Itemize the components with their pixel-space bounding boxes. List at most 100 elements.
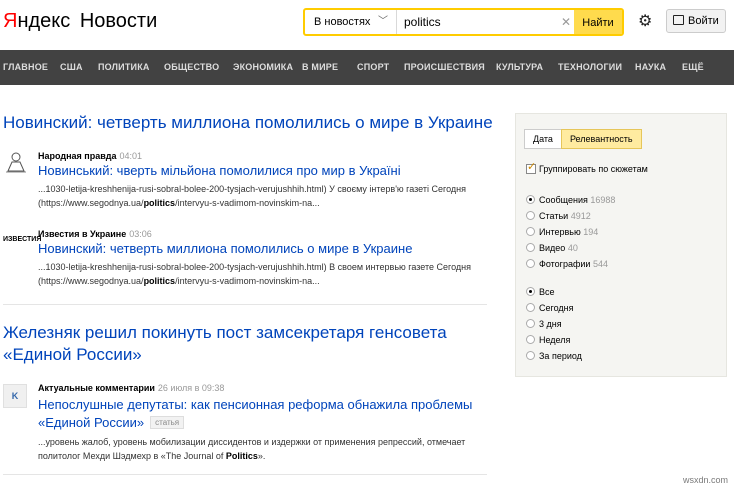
nav-item-world[interactable]: В МИРЕ bbox=[302, 50, 338, 85]
nav-item-usa[interactable]: США bbox=[60, 50, 83, 85]
group-by-story-checkbox[interactable]: Группировать по сюжетам bbox=[526, 161, 648, 175]
group-by-story-label: Группировать по сюжетам bbox=[539, 164, 648, 174]
radio-count: 40 bbox=[567, 243, 578, 253]
snippet-text: ». bbox=[257, 451, 266, 461]
period-radio-all[interactable]: Все bbox=[526, 286, 555, 298]
type-radio-interviews[interactable]: Интервью 194 bbox=[526, 226, 598, 238]
source-time: 04:01 bbox=[119, 151, 143, 161]
nav-item-politics[interactable]: ПОЛИТИКА bbox=[98, 50, 150, 85]
nav-item-more[interactable]: ЕЩЁ bbox=[682, 50, 704, 85]
izvestia-logo: ИЗВЕСТИЯ bbox=[3, 236, 42, 243]
type-radio-photos[interactable]: Фотографии 544 bbox=[526, 258, 608, 270]
article-tag: статья bbox=[150, 416, 185, 429]
clear-search-icon[interactable]: ✕ bbox=[558, 10, 574, 34]
radio-icon bbox=[526, 211, 535, 220]
radio-count: 4912 bbox=[570, 211, 591, 221]
header: Яндекс Новости В новостях ﹀ ✕ Найти ⚙ Во… bbox=[0, 0, 734, 42]
radio-icon bbox=[526, 259, 535, 268]
radio-label: Сообщения bbox=[539, 195, 588, 205]
search-scope-label: В новостях bbox=[314, 16, 371, 28]
radio-label: Фотографии bbox=[539, 259, 591, 269]
narodnaya-pravda-logo-icon bbox=[6, 152, 26, 173]
source-logo bbox=[3, 149, 29, 175]
radio-icon bbox=[526, 319, 535, 328]
radio-icon bbox=[526, 227, 535, 236]
logo-section: Новости bbox=[79, 10, 158, 32]
source-time: 03:06 bbox=[129, 229, 152, 239]
story-divider bbox=[3, 474, 487, 475]
radio-label: Все bbox=[539, 287, 555, 297]
snippet-highlight: Politics bbox=[225, 451, 258, 461]
yandex-news-logo[interactable]: Яндекс Новости bbox=[3, 9, 157, 33]
nav-item-main[interactable]: ГЛАВНОЕ bbox=[3, 50, 48, 85]
radio-label: Сегодня bbox=[539, 303, 574, 313]
search-filters-panel: ДатаРелевантность Группировать по сюжета… bbox=[515, 113, 727, 377]
type-radio-articles[interactable]: Статьи 4912 bbox=[526, 210, 591, 222]
radio-label: Статьи bbox=[539, 211, 569, 221]
radio-icon bbox=[526, 243, 535, 252]
login-button[interactable]: Войти bbox=[666, 9, 726, 33]
type-radio-messages[interactable]: Сообщения 16988 bbox=[526, 194, 615, 206]
period-radio-week[interactable]: Неделя bbox=[526, 334, 570, 346]
chevron-down-icon: ﹀ bbox=[378, 16, 388, 27]
nav-item-sport[interactable]: СПОРТ bbox=[357, 50, 389, 85]
news-headline[interactable]: Новинський: чверть мільйона помолилися п… bbox=[38, 162, 401, 180]
story-title[interactable]: Новинский: четверть миллиона помолились … bbox=[3, 112, 493, 134]
source-name[interactable]: Актуальные комментарии bbox=[38, 383, 155, 393]
period-radio-custom[interactable]: За период bbox=[526, 350, 582, 362]
news-snippet: ...1030-letija-kreshhenija-rusi-sobral-b… bbox=[38, 260, 480, 288]
sort-tabs: Дата Релевантность bbox=[524, 129, 642, 149]
type-radio-video[interactable]: Видео 40 bbox=[526, 242, 578, 254]
nav-item-science[interactable]: НАУКА bbox=[635, 50, 666, 85]
radio-icon bbox=[526, 335, 535, 344]
news-snippet: ...уровень жалоб, уровень мобилизации ди… bbox=[38, 435, 480, 463]
gear-icon[interactable]: ⚙ bbox=[638, 14, 654, 30]
nav-item-incidents[interactable]: ПРОИСШЕСТВИЯ bbox=[404, 50, 485, 85]
radio-count: 16988 bbox=[590, 195, 616, 205]
search-bar: В новостях ﹀ ✕ Найти bbox=[303, 8, 624, 36]
nav-item-society[interactable]: ОБЩЕСТВО bbox=[164, 50, 219, 85]
story-divider bbox=[3, 304, 487, 305]
logo-brand: Яндекс bbox=[3, 10, 71, 32]
search-input[interactable] bbox=[398, 10, 578, 34]
period-radio-today[interactable]: Сегодня bbox=[526, 302, 574, 314]
radio-icon bbox=[526, 303, 535, 312]
nav-item-technology[interactable]: ТЕХНОЛОГИИ bbox=[558, 50, 622, 85]
nav-item-economy[interactable]: ЭКОНОМИКА bbox=[233, 50, 293, 85]
news-source: Известия в Украине 03:06 bbox=[38, 228, 152, 240]
source-name[interactable]: Народная правда bbox=[38, 151, 116, 161]
news-source: Актуальные комментарии 26 июля в 09:38 bbox=[38, 382, 224, 394]
source-name[interactable]: Известия в Украине bbox=[38, 229, 126, 239]
radio-label: За период bbox=[539, 351, 582, 361]
news-headline-link[interactable]: Непослушные депутаты: как пенсионная реф… bbox=[38, 397, 472, 430]
tab-date[interactable]: Дата bbox=[524, 129, 562, 149]
snippet-text: /intervyu-s-vadimom-novinskim-na... bbox=[175, 276, 320, 286]
radio-label: Видео bbox=[539, 243, 566, 253]
snippet-highlight: politics bbox=[143, 198, 176, 208]
search-button[interactable]: Найти bbox=[574, 10, 622, 34]
radio-label: 3 дня bbox=[539, 319, 562, 329]
period-radio-3days[interactable]: 3 дня bbox=[526, 318, 562, 330]
radio-count: 544 bbox=[592, 259, 608, 269]
nav-item-culture[interactable]: КУЛЬТУРА bbox=[496, 50, 543, 85]
news-snippet: ...1030-letija-kreshhenija-rusi-sobral-b… bbox=[38, 182, 480, 210]
login-icon bbox=[673, 15, 684, 25]
radio-icon bbox=[526, 195, 535, 204]
radio-icon bbox=[526, 287, 535, 296]
radio-label: Неделя bbox=[539, 335, 571, 345]
category-nav: ГЛАВНОЕ США ПОЛИТИКА ОБЩЕСТВО ЭКОНОМИКА … bbox=[0, 50, 734, 85]
checkbox-checked-icon bbox=[526, 161, 536, 174]
news-source: Народная правда 04:01 bbox=[38, 150, 142, 162]
watermark: wsxdn.com bbox=[682, 475, 728, 485]
news-headline[interactable]: Новинский: четверть миллиона помолились … bbox=[38, 240, 412, 258]
search-scope-select[interactable]: В новостях ﹀ bbox=[305, 10, 397, 34]
aktualnye-logo: K bbox=[11, 391, 19, 401]
radio-count: 194 bbox=[583, 227, 599, 237]
source-time: 26 июля в 09:38 bbox=[157, 383, 225, 393]
snippet-text: /intervyu-s-vadimom-novinskim-na... bbox=[175, 198, 320, 208]
login-label: Войти bbox=[688, 15, 719, 27]
tab-relevance[interactable]: Релевантность bbox=[560, 129, 642, 149]
story-title[interactable]: Железняк решил покинуть пост замсекретар… bbox=[3, 322, 473, 366]
snippet-highlight: politics bbox=[143, 276, 176, 286]
radio-label: Интервью bbox=[539, 227, 581, 237]
